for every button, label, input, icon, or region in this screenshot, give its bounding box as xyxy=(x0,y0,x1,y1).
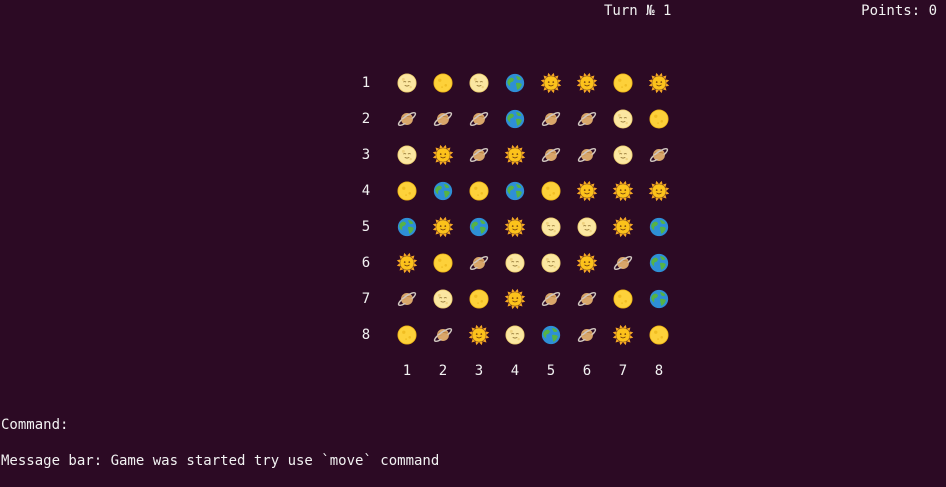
column-label: 5 xyxy=(546,363,556,379)
column-label: 7 xyxy=(618,363,628,379)
column-label: 3 xyxy=(474,363,484,379)
command-prompt[interactable]: Command: xyxy=(1,417,68,433)
ringed-planet-icon[interactable] xyxy=(576,288,598,310)
column-label: 4 xyxy=(510,363,520,379)
earth-globe-icon[interactable] xyxy=(648,288,670,310)
sun-with-face-icon[interactable] xyxy=(576,72,598,94)
board-row: 4 xyxy=(356,173,676,209)
full-moon-face-icon[interactable] xyxy=(432,288,454,310)
column-labels: 1 2 3 4 5 6 7 8 xyxy=(356,353,676,389)
ringed-planet-icon[interactable] xyxy=(576,324,598,346)
full-moon-face-icon[interactable] xyxy=(468,72,490,94)
ringed-planet-icon[interactable] xyxy=(468,252,490,274)
points-counter: Points: 0 xyxy=(861,3,937,19)
full-moon-face-icon[interactable] xyxy=(396,144,418,166)
sun-with-face-icon[interactable] xyxy=(504,216,526,238)
sun-with-face-icon[interactable] xyxy=(648,180,670,202)
full-moon-face-icon[interactable] xyxy=(576,216,598,238)
column-label: 1 xyxy=(402,363,412,379)
earth-globe-icon[interactable] xyxy=(504,108,526,130)
board-row: 5 xyxy=(356,209,676,245)
sun-with-face-icon[interactable] xyxy=(612,216,634,238)
ringed-planet-icon[interactable] xyxy=(612,252,634,274)
full-moon-face-icon[interactable] xyxy=(396,72,418,94)
yellow-moon-icon[interactable] xyxy=(648,108,670,130)
earth-globe-icon[interactable] xyxy=(504,180,526,202)
yellow-moon-icon[interactable] xyxy=(648,324,670,346)
yellow-moon-icon[interactable] xyxy=(468,288,490,310)
board-row: 1 xyxy=(356,65,676,101)
board-row: 3 xyxy=(356,137,676,173)
column-label: 8 xyxy=(654,363,664,379)
board-row: 6 xyxy=(356,245,676,281)
full-moon-face-icon[interactable] xyxy=(540,252,562,274)
earth-globe-icon[interactable] xyxy=(648,252,670,274)
sun-with-face-icon[interactable] xyxy=(432,144,454,166)
yellow-moon-icon[interactable] xyxy=(432,72,454,94)
sun-with-face-icon[interactable] xyxy=(504,144,526,166)
sun-with-face-icon[interactable] xyxy=(540,72,562,94)
sun-with-face-icon[interactable] xyxy=(648,72,670,94)
earth-globe-icon[interactable] xyxy=(648,216,670,238)
sun-with-face-icon[interactable] xyxy=(612,180,634,202)
row-label: 1 xyxy=(361,75,371,91)
full-moon-face-icon[interactable] xyxy=(612,108,634,130)
ringed-planet-icon[interactable] xyxy=(468,144,490,166)
ringed-planet-icon[interactable] xyxy=(468,108,490,130)
ringed-planet-icon[interactable] xyxy=(432,108,454,130)
sun-with-face-icon[interactable] xyxy=(612,324,634,346)
ringed-planet-icon[interactable] xyxy=(540,108,562,130)
earth-globe-icon[interactable] xyxy=(468,216,490,238)
yellow-moon-icon[interactable] xyxy=(612,72,634,94)
sun-with-face-icon[interactable] xyxy=(576,252,598,274)
full-moon-face-icon[interactable] xyxy=(504,252,526,274)
yellow-moon-icon[interactable] xyxy=(468,180,490,202)
row-label: 4 xyxy=(361,183,371,199)
ringed-planet-icon[interactable] xyxy=(540,144,562,166)
row-label: 3 xyxy=(361,147,371,163)
full-moon-face-icon[interactable] xyxy=(504,324,526,346)
ringed-planet-icon[interactable] xyxy=(396,108,418,130)
board-row: 8 xyxy=(356,317,676,353)
full-moon-face-icon[interactable] xyxy=(540,216,562,238)
sun-with-face-icon[interactable] xyxy=(504,288,526,310)
yellow-moon-icon[interactable] xyxy=(396,180,418,202)
ringed-planet-icon[interactable] xyxy=(540,288,562,310)
earth-globe-icon[interactable] xyxy=(396,216,418,238)
board-row: 7 xyxy=(356,281,676,317)
ringed-planet-icon[interactable] xyxy=(576,144,598,166)
ringed-planet-icon[interactable] xyxy=(432,324,454,346)
board-row: 2 xyxy=(356,101,676,137)
turn-counter: Turn № 1 xyxy=(604,3,672,19)
row-label: 8 xyxy=(361,327,371,343)
yellow-moon-icon[interactable] xyxy=(540,180,562,202)
column-label: 6 xyxy=(582,363,592,379)
row-label: 6 xyxy=(361,255,371,271)
earth-globe-icon[interactable] xyxy=(540,324,562,346)
earth-globe-icon[interactable] xyxy=(504,72,526,94)
sun-with-face-icon[interactable] xyxy=(396,252,418,274)
sun-with-face-icon[interactable] xyxy=(432,216,454,238)
sun-with-face-icon[interactable] xyxy=(468,324,490,346)
yellow-moon-icon[interactable] xyxy=(612,288,634,310)
earth-globe-icon[interactable] xyxy=(432,180,454,202)
row-label: 5 xyxy=(361,219,371,235)
yellow-moon-icon[interactable] xyxy=(432,252,454,274)
column-label: 2 xyxy=(438,363,448,379)
full-moon-face-icon[interactable] xyxy=(612,144,634,166)
ringed-planet-icon[interactable] xyxy=(576,108,598,130)
sun-with-face-icon[interactable] xyxy=(576,180,598,202)
ringed-planet-icon[interactable] xyxy=(396,288,418,310)
row-label: 7 xyxy=(361,291,371,307)
yellow-moon-icon[interactable] xyxy=(396,324,418,346)
ringed-planet-icon[interactable] xyxy=(648,144,670,166)
row-label: 2 xyxy=(361,111,371,127)
message-bar: Message bar: Game was started try use `m… xyxy=(1,453,440,469)
